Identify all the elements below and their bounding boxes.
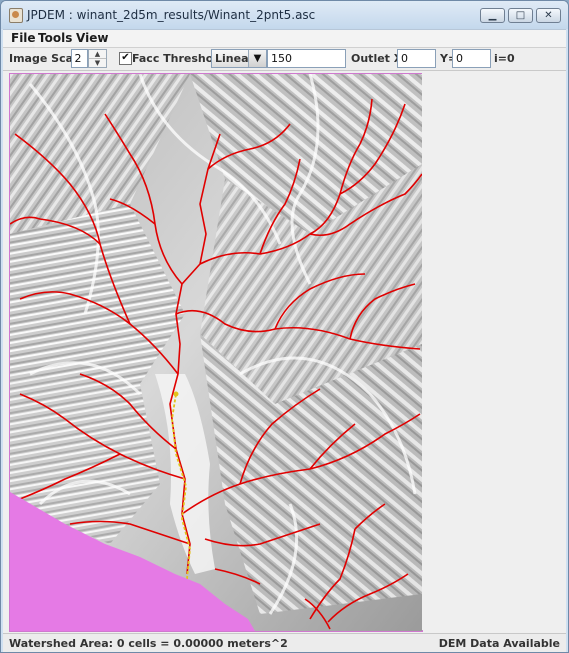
outlet-marker[interactable]	[173, 391, 179, 397]
scale-mode-select[interactable]: Linear ▼	[211, 49, 267, 68]
watershed-area-status: Watershed Area: 0 cells = 0.00000 meters…	[9, 637, 288, 650]
facc-threshold-checkbox[interactable]: ✔	[119, 52, 132, 65]
image-scale-spinner[interactable]: ▲ ▼	[88, 49, 107, 68]
outlet-y-input[interactable]: 0	[452, 49, 491, 68]
dem-map-svg[interactable]	[10, 74, 422, 631]
toolbar: Image Scale 2 ▲ ▼ ✔ Facc Threshold Linea…	[3, 48, 566, 71]
maximize-button[interactable]: □	[508, 8, 533, 23]
client-area: File Tools View Image Scale 2 ▲ ▼ ✔ Facc…	[3, 29, 566, 652]
spinner-up-icon[interactable]: ▲	[89, 50, 106, 59]
outlet-i-readout: i=0	[494, 52, 515, 65]
outlet-x-input[interactable]: 0	[397, 49, 436, 68]
view-menu[interactable]: View	[76, 31, 108, 45]
title-bar: JPDEM : winant_2d5m_results/Winant_2pnt5…	[1, 1, 568, 29]
java-app-icon	[9, 8, 23, 23]
tools-menu[interactable]: Tools	[38, 31, 72, 45]
window-title: JPDEM : winant_2d5m_results/Winant_2pnt5…	[27, 8, 316, 22]
menu-bar: File Tools View	[3, 30, 566, 48]
file-menu[interactable]: File	[11, 31, 36, 45]
image-scale-field[interactable]: 2	[71, 49, 88, 68]
threshold-input[interactable]: 150	[267, 49, 346, 68]
chevron-down-icon[interactable]: ▼	[248, 50, 266, 67]
minimize-icon: ▁	[488, 10, 497, 21]
close-icon: ✕	[544, 10, 553, 21]
dem-data-status: DEM Data Available	[438, 637, 560, 650]
maximize-icon: □	[515, 10, 526, 21]
status-bar: Watershed Area: 0 cells = 0.00000 meters…	[3, 633, 566, 652]
close-button[interactable]: ✕	[536, 8, 561, 23]
dem-image[interactable]	[9, 73, 423, 632]
side-panel	[422, 73, 566, 630]
app-window: JPDEM : winant_2d5m_results/Winant_2pnt5…	[0, 0, 569, 653]
spinner-down-icon[interactable]: ▼	[89, 59, 106, 67]
minimize-button[interactable]: ▁	[480, 8, 505, 23]
